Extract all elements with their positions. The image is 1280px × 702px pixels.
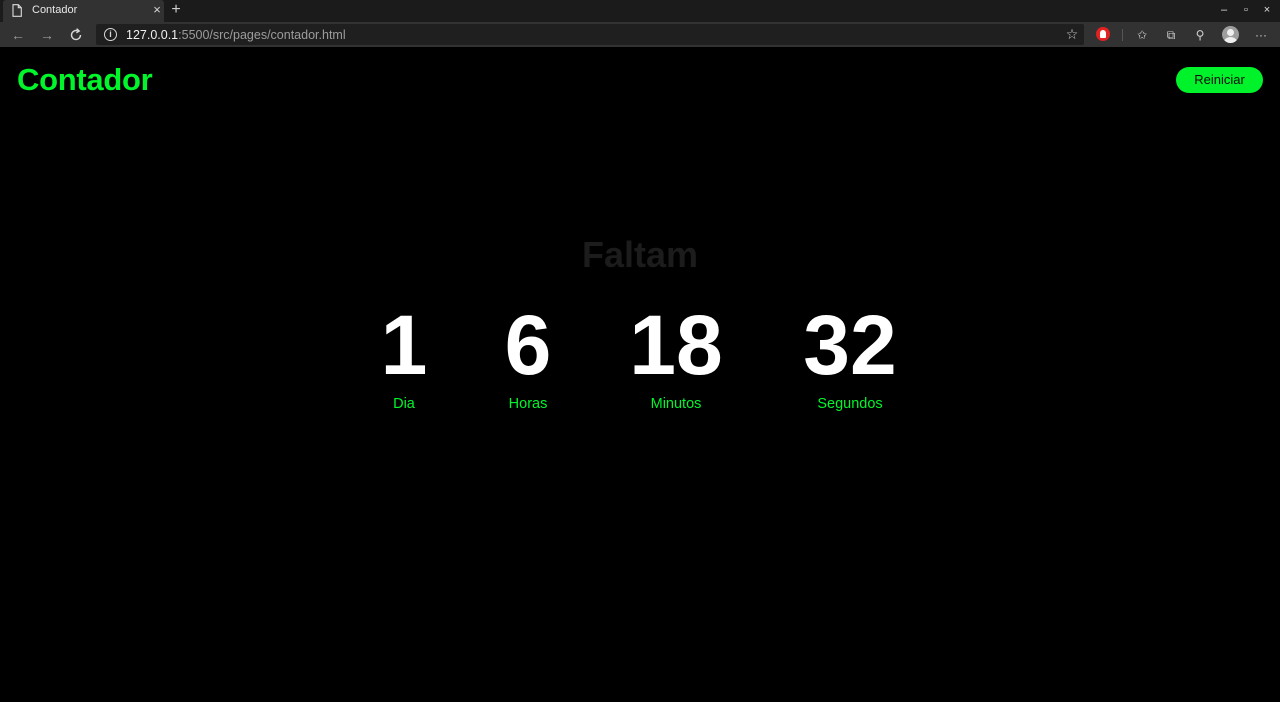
- tab-title: Contador: [32, 4, 78, 16]
- minutes-value: 18: [629, 298, 723, 392]
- reload-icon[interactable]: [68, 27, 84, 43]
- star-icon[interactable]: ☆: [1064, 26, 1080, 42]
- address-bar[interactable]: i 127.0.0.1:5500/src/pages/contador.html…: [96, 24, 1084, 45]
- countdown-unit-days: 1 Dia: [364, 302, 444, 413]
- profile-avatar-icon[interactable]: [1222, 26, 1239, 43]
- page-icon: [12, 4, 22, 17]
- browser-toolbar: ← → i 127.0.0.1:5500/src/pages/contador.…: [0, 22, 1280, 47]
- url-path: :5500/src/pages/contador.html: [178, 28, 346, 42]
- hours-value: 6: [504, 298, 552, 392]
- minutes-label: Minutos: [650, 396, 702, 412]
- toolbar-separator: [1122, 29, 1123, 41]
- site-logo: Contador: [17, 62, 153, 97]
- hours-label: Horas: [508, 396, 548, 412]
- page-content: Contador Reiniciar Faltam 1 Dia 6 Horas …: [0, 47, 1280, 702]
- countdown-unit-minutes: 18 Minutos: [606, 302, 746, 413]
- days-value: 1: [380, 298, 428, 392]
- countdown-unit-seconds: 32 Segundos: [775, 302, 925, 413]
- more-menu-icon[interactable]: ···: [1252, 26, 1270, 44]
- close-window-icon[interactable]: ×: [1260, 3, 1274, 17]
- countdown-headline: Faltam: [581, 234, 699, 275]
- url-text: 127.0.0.1:5500/src/pages/contador.html: [126, 28, 346, 42]
- seconds-value: 32: [803, 298, 897, 392]
- new-tab-icon[interactable]: +: [168, 2, 184, 18]
- seconds-label: Segundos: [817, 396, 883, 412]
- favorites-icon[interactable]: ✩: [1133, 26, 1151, 44]
- browser-tab[interactable]: Contador ×: [3, 0, 164, 22]
- info-icon[interactable]: i: [104, 28, 117, 41]
- browser-titlebar: Contador × + – ▫ ×: [0, 0, 1280, 22]
- extension-icon[interactable]: [1096, 27, 1110, 41]
- share-icon[interactable]: ⚲: [1191, 26, 1209, 44]
- days-label: Dia: [393, 396, 415, 412]
- minimize-icon[interactable]: –: [1217, 3, 1231, 17]
- back-arrow-icon[interactable]: ←: [9, 26, 27, 44]
- tab-close-icon[interactable]: ×: [150, 3, 164, 17]
- url-host: 127.0.0.1: [126, 28, 179, 42]
- restore-icon[interactable]: ▫: [1239, 3, 1253, 17]
- restart-button[interactable]: Reiniciar: [1176, 67, 1263, 93]
- forward-arrow-icon[interactable]: →: [38, 26, 56, 44]
- countdown-unit-hours: 6 Horas: [478, 302, 578, 413]
- collections-icon[interactable]: ⧉: [1162, 26, 1180, 44]
